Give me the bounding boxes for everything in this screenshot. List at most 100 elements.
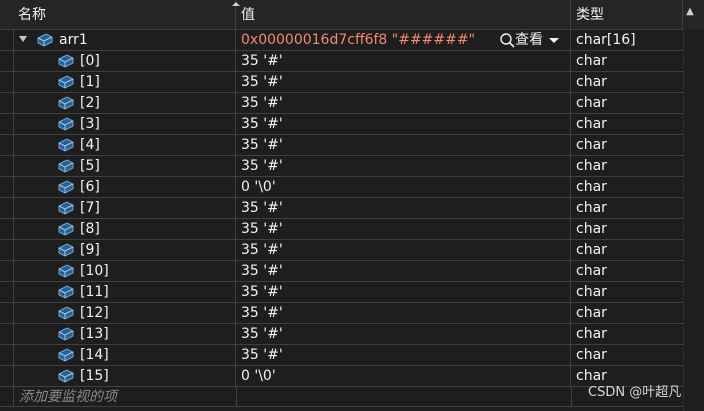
- add-watch-placeholder: 添加要监视的项: [19, 389, 117, 405]
- name-cell: [0]: [0, 51, 236, 71]
- watch-row[interactable]: [11] 35 '#' char: [0, 282, 683, 303]
- watch-row[interactable]: [5] 35 '#' char: [0, 156, 683, 177]
- element-type: char: [576, 347, 607, 363]
- element-name: [0]: [80, 53, 100, 69]
- element-name: [14]: [80, 347, 109, 363]
- watermark: CSDN @叶超凡: [588, 385, 682, 400]
- element-value: 35 '#': [241, 95, 283, 111]
- element-name: [7]: [80, 200, 100, 216]
- type-cell: char: [571, 198, 683, 218]
- watch-window: 名称 值 类型 ▲ arr1 0x00000016d7cff6f8 "#####…: [0, 0, 704, 411]
- type-cell: char: [571, 282, 683, 302]
- element-value: 35 '#': [241, 200, 283, 216]
- variable-cube-icon: [58, 369, 74, 383]
- variable-cube-icon: [58, 222, 74, 236]
- variable-cube-icon: [37, 33, 53, 47]
- expand-triangle-icon[interactable]: [19, 36, 27, 42]
- parent-name: arr1: [59, 32, 88, 48]
- name-cell: [7]: [0, 198, 236, 218]
- element-value: 35 '#': [241, 74, 283, 90]
- add-watch-row[interactable]: 添加要监视的项: [0, 386, 683, 407]
- element-value: 0 '\0': [241, 368, 276, 384]
- variable-cube-icon: [58, 243, 74, 257]
- header-name[interactable]: 名称: [13, 0, 240, 29]
- variable-cube-icon: [58, 264, 74, 278]
- type-cell: char: [571, 135, 683, 155]
- variable-cube-icon: [58, 348, 74, 362]
- element-name: [2]: [80, 95, 100, 111]
- variable-cube-icon: [58, 96, 74, 110]
- variable-cube-icon: [58, 117, 74, 131]
- element-type: char: [576, 158, 607, 174]
- name-cell: [10]: [0, 261, 236, 281]
- watch-row[interactable]: [15] 0 '\0' char: [0, 366, 683, 387]
- value-cell: 35 '#': [236, 219, 571, 239]
- type-cell: char: [571, 219, 683, 239]
- value-cell: 35 '#': [236, 135, 571, 155]
- watch-row[interactable]: [4] 35 '#' char: [0, 135, 683, 156]
- value-cell: 0 '\0': [236, 366, 571, 386]
- value-cell: 35 '#': [236, 345, 571, 365]
- watch-row[interactable]: [9] 35 '#' char: [0, 240, 683, 261]
- variable-cube-icon: [58, 180, 74, 194]
- element-value: 35 '#': [241, 326, 283, 342]
- variable-cube-icon: [58, 159, 74, 173]
- variable-cube-icon: [58, 75, 74, 89]
- name-cell: [1]: [0, 72, 236, 92]
- name-cell: [4]: [0, 135, 236, 155]
- watch-row[interactable]: [13] 35 '#' char: [0, 324, 683, 345]
- name-cell: [12]: [0, 303, 236, 323]
- element-name: [8]: [80, 221, 100, 237]
- name-cell: [8]: [0, 219, 236, 239]
- watch-row[interactable]: [1] 35 '#' char: [0, 72, 683, 93]
- name-cell: [2]: [0, 93, 236, 113]
- element-name: [12]: [80, 305, 109, 321]
- watch-row[interactable]: [10] 35 '#' char: [0, 261, 683, 282]
- value-cell: 35 '#': [236, 303, 571, 323]
- parent-type-cell: char[16]: [571, 30, 683, 50]
- watch-row[interactable]: [12] 35 '#' char: [0, 303, 683, 324]
- type-cell: char: [571, 261, 683, 281]
- element-name: [11]: [80, 284, 109, 300]
- name-cell: [14]: [0, 345, 236, 365]
- watch-row[interactable]: [0] 35 '#' char: [0, 51, 683, 72]
- watch-row[interactable]: [6] 0 '\0' char: [0, 177, 683, 198]
- element-type: char: [576, 200, 607, 216]
- watch-row[interactable]: [7] 35 '#' char: [0, 198, 683, 219]
- name-cell: [5]: [0, 156, 236, 176]
- watch-row[interactable]: [3] 35 '#' char: [0, 114, 683, 135]
- header-type[interactable]: 类型: [571, 0, 683, 29]
- value-cell: 35 '#': [236, 114, 571, 134]
- element-value: 35 '#': [241, 158, 283, 174]
- viewer-dropdown-icon[interactable]: [549, 37, 559, 43]
- value-cell: 35 '#': [236, 72, 571, 92]
- element-type: char: [576, 242, 607, 258]
- element-name: [10]: [80, 263, 109, 279]
- watch-row[interactable]: [14] 35 '#' char: [0, 345, 683, 366]
- header-value[interactable]: 值: [236, 0, 571, 29]
- element-type: char: [576, 263, 607, 279]
- element-type: char: [576, 305, 607, 321]
- element-value: 35 '#': [241, 137, 283, 153]
- value-cell: 35 '#': [236, 198, 571, 218]
- watch-row-parent[interactable]: arr1 0x00000016d7cff6f8 "######" 查看 char…: [0, 30, 683, 51]
- vertical-scrollbar[interactable]: [683, 29, 704, 411]
- element-name: [9]: [80, 242, 100, 258]
- watch-row[interactable]: [8] 35 '#' char: [0, 219, 683, 240]
- element-value: 35 '#': [241, 221, 283, 237]
- name-cell: [13]: [0, 324, 236, 344]
- viewer-label: 查看: [515, 32, 543, 48]
- element-name: [15]: [80, 368, 109, 384]
- parent-name-cell: arr1: [0, 30, 236, 50]
- variable-cube-icon: [58, 306, 74, 320]
- scroll-up-arrow-icon[interactable]: ▲: [684, 6, 696, 18]
- viewer-button[interactable]: 查看: [499, 30, 559, 50]
- name-cell: [9]: [0, 240, 236, 260]
- element-value: 35 '#': [241, 53, 283, 69]
- type-cell: char: [571, 303, 683, 323]
- element-name: [3]: [80, 116, 100, 132]
- element-name: [5]: [80, 158, 100, 174]
- type-cell: char: [571, 177, 683, 197]
- element-type: char: [576, 53, 607, 69]
- watch-row[interactable]: [2] 35 '#' char: [0, 93, 683, 114]
